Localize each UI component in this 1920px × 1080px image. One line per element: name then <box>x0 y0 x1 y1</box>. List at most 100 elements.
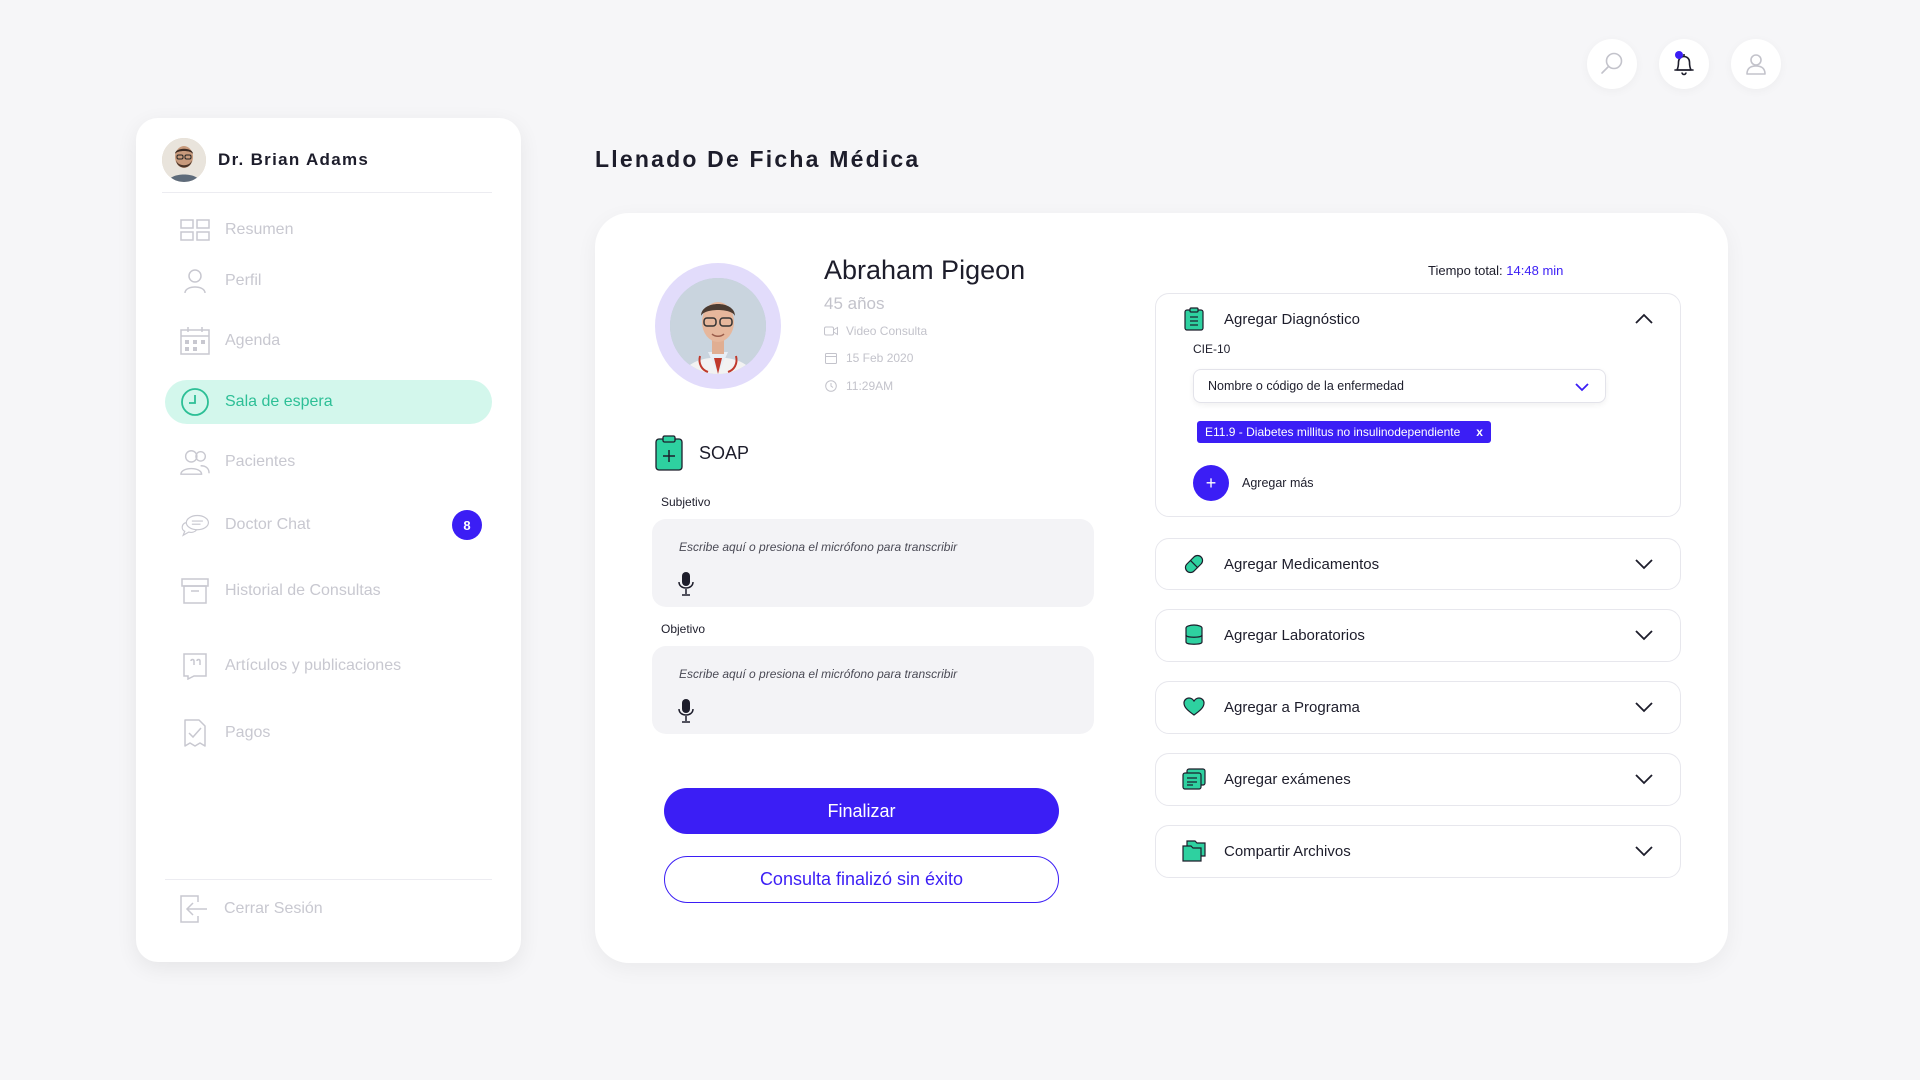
sidebar-item-label: Artículos y publicaciones <box>225 657 402 674</box>
sidebar-item-perfil[interactable]: Perfil <box>165 259 492 303</box>
sidebar-item-pacientes[interactable]: Pacientes <box>165 440 492 484</box>
soap-title: SOAP <box>699 442 750 463</box>
chat-icon <box>180 510 210 540</box>
objective-label: Objetivo <box>661 622 706 636</box>
sidebar-item-articulos[interactable]: Artículos y publicaciones <box>165 644 492 688</box>
exams-icon <box>1182 767 1206 791</box>
doctor-avatar <box>162 137 206 182</box>
chat-badge: 8 <box>452 510 482 540</box>
notifications-button[interactable] <box>1659 39 1709 89</box>
sidebar-item-agenda[interactable]: Agenda <box>165 319 492 363</box>
total-time: Tiempo total: 14:48 min <box>1428 263 1563 278</box>
remove-chip-button[interactable]: x <box>1476 425 1483 439</box>
logout-button[interactable]: Cerrar Sesión <box>179 894 323 924</box>
sidebar-item-pagos[interactable]: Pagos <box>165 711 492 755</box>
add-more-label: Agregar más <box>1242 476 1314 490</box>
add-more-button[interactable]: + Agregar más <box>1193 465 1314 501</box>
labs-title: Agregar Laboratorios <box>1224 626 1365 644</box>
chevron-down-icon <box>1634 697 1654 717</box>
clock-icon <box>180 387 210 417</box>
search-icon <box>1601 52 1623 74</box>
labs-header[interactable]: Agregar Laboratorios <box>1156 610 1680 660</box>
sidebar-item-label: Pacientes <box>225 453 296 470</box>
diagnosis-chip-label: E11.9 - Diabetes millitus no insulinodep… <box>1205 425 1461 439</box>
objective-placeholder: Escribe aquí o presiona el micrófono par… <box>679 667 958 681</box>
chevron-down-icon <box>1634 769 1654 789</box>
sidebar-item-label: Agenda <box>225 332 281 349</box>
program-header[interactable]: Agregar a Programa <box>1156 682 1680 732</box>
users-icon <box>180 447 210 477</box>
user-icon <box>1746 54 1766 75</box>
disease-select-placeholder: Nombre o código de la enfermedad <box>1208 379 1404 393</box>
medical-record-card: Abraham Pigeon 45 años Video Consulta 15… <box>595 213 1728 963</box>
calendar-icon <box>180 326 210 356</box>
account-button[interactable] <box>1731 39 1781 89</box>
clipboard-plus-icon <box>655 435 683 471</box>
objective-input[interactable]: Escribe aquí o presiona el micrófono par… <box>652 646 1094 734</box>
user-icon <box>180 266 210 296</box>
payment-icon <box>180 718 210 748</box>
microphone-icon[interactable] <box>677 571 695 597</box>
files-icon <box>1182 839 1206 863</box>
sidebar: Dr. Brian Adams Resumen Perfil Agenda Sa… <box>136 118 521 962</box>
logout-label: Cerrar Sesión <box>224 900 323 917</box>
consult-type: Video Consulta <box>824 324 927 338</box>
diagnosis-chip: E11.9 - Diabetes millitus no insulinodep… <box>1197 421 1491 443</box>
patient-name: Abraham Pigeon <box>824 255 1026 285</box>
files-title: Compartir Archivos <box>1224 842 1351 860</box>
diagnosis-panel: Agregar Diagnóstico CIE-10 Nombre o códi… <box>1155 293 1681 517</box>
sidebar-item-resumen[interactable]: Resumen <box>165 208 492 252</box>
video-icon <box>824 324 838 338</box>
soap-header: SOAP <box>655 435 749 471</box>
sidebar-item-label: Sala de espera <box>225 393 333 410</box>
sidebar-item-sala-de-espera[interactable]: Sala de espera <box>165 380 492 424</box>
search-button[interactable] <box>1587 39 1637 89</box>
consult-time: 11:29AM <box>824 379 893 393</box>
consult-type-label: Video Consulta <box>846 324 928 338</box>
medications-title: Agregar Medicamentos <box>1224 555 1380 573</box>
diagnosis-header[interactable]: Agregar Diagnóstico <box>1156 294 1680 344</box>
subjective-input[interactable]: Escribe aquí o presiona el micrófono par… <box>652 519 1094 607</box>
doctor-name: Dr. Brian Adams <box>218 149 370 169</box>
chevron-down-icon <box>1634 625 1654 645</box>
sidebar-item-label: Resumen <box>225 221 294 238</box>
microphone-icon[interactable] <box>677 698 695 724</box>
chevron-down-icon <box>1575 383 1589 392</box>
clipboard-list-icon <box>1182 307 1206 331</box>
pill-icon <box>1182 552 1206 576</box>
files-panel[interactable]: Compartir Archivos <box>1155 825 1681 878</box>
disease-select[interactable]: Nombre o código de la enfermedad <box>1193 369 1606 403</box>
program-panel[interactable]: Agregar a Programa <box>1155 681 1681 734</box>
header-actions <box>1587 39 1781 89</box>
sidebar-item-doctor-chat[interactable]: Doctor Chat 8 <box>165 503 492 547</box>
sidebar-item-historial[interactable]: Historial de Consultas <box>165 569 492 613</box>
archive-icon <box>180 576 210 606</box>
doctor-profile[interactable]: Dr. Brian Adams <box>162 131 492 193</box>
chevron-down-icon <box>1634 841 1654 861</box>
sidebar-item-label: Perfil <box>225 272 262 289</box>
labs-panel[interactable]: Agregar Laboratorios <box>1155 609 1681 662</box>
consult-time-label: 11:29AM <box>846 379 894 393</box>
medications-panel[interactable]: Agregar Medicamentos <box>1155 538 1681 590</box>
patient-avatar <box>655 263 781 389</box>
diagnosis-title: Agregar Diagnóstico <box>1224 310 1360 328</box>
notification-dot <box>1675 51 1683 59</box>
chevron-up-icon[interactable] <box>1634 309 1654 329</box>
failed-consult-button[interactable]: Consulta finalizó sin éxito <box>664 856 1059 903</box>
sidebar-item-label: Historial de Consultas <box>225 582 381 599</box>
lab-icon <box>1182 623 1206 647</box>
consult-date: 15 Feb 2020 <box>824 351 913 365</box>
finalize-button[interactable]: Finalizar <box>664 788 1059 834</box>
clock-icon <box>824 379 838 393</box>
plus-icon: + <box>1193 465 1229 501</box>
exams-header[interactable]: Agregar exámenes <box>1156 754 1680 804</box>
files-header[interactable]: Compartir Archivos <box>1156 826 1680 876</box>
sidebar-divider <box>165 879 492 880</box>
dashboard-icon <box>180 215 210 245</box>
logout-icon <box>179 894 209 924</box>
cie-label: CIE-10 <box>1193 342 1231 356</box>
chevron-down-icon <box>1634 554 1654 574</box>
medications-header[interactable]: Agregar Medicamentos <box>1156 539 1680 589</box>
calendar-icon <box>824 351 838 365</box>
exams-panel[interactable]: Agregar exámenes <box>1155 753 1681 806</box>
